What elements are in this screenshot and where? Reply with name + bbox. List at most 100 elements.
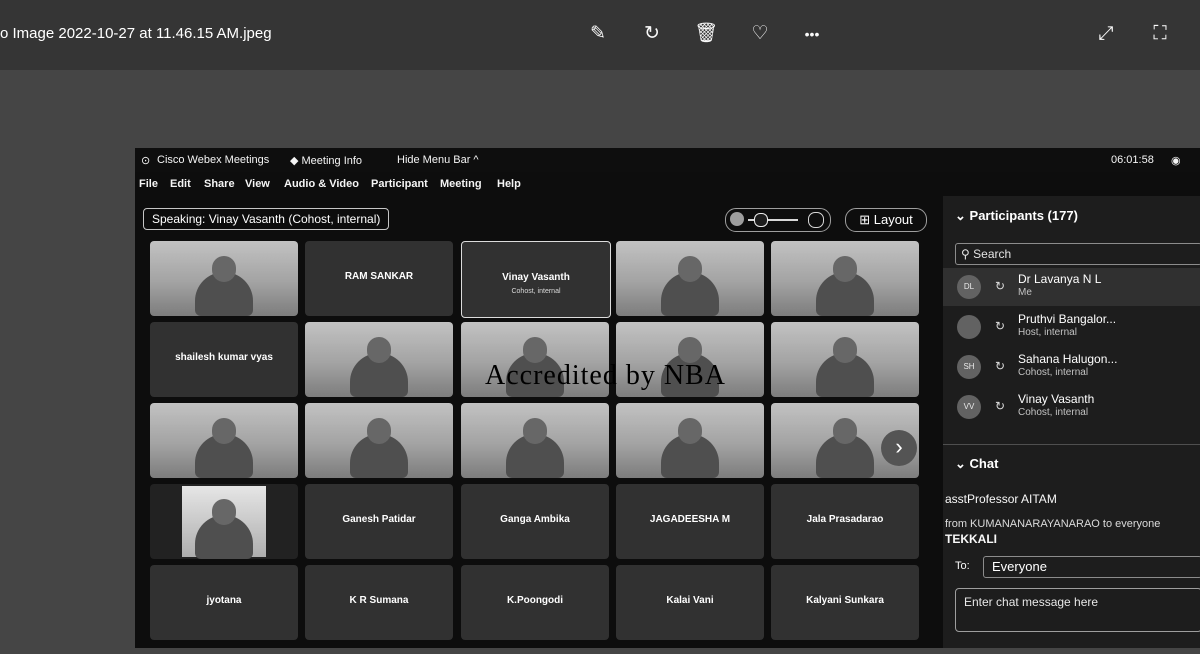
next-page-icon[interactable]: › — [881, 430, 917, 466]
menu-meeting[interactable]: Meeting — [440, 178, 482, 190]
participant-tile[interactable]: shailesh kumar vyas — [150, 322, 298, 397]
participants-title: Participants (177) — [969, 208, 1078, 223]
participant-tile[interactable] — [771, 322, 919, 397]
chat-input[interactable]: Enter chat message here — [955, 588, 1200, 632]
grid-icon: ⊞ — [859, 212, 871, 227]
menu-share[interactable]: Share — [204, 178, 235, 190]
delete-icon[interactable]: 🗑 — [694, 22, 718, 46]
layout-label: Layout — [873, 212, 913, 227]
tile-name: Ganesh Patidar — [342, 514, 416, 525]
participant-tile[interactable]: K R Sumana — [305, 565, 453, 640]
chat-recipient-select[interactable]: Everyone — [983, 556, 1200, 578]
participant-tile[interactable]: Vinay Vasanth Cohost, internal — [461, 241, 611, 318]
person-silhouette-head — [833, 337, 857, 363]
hide-menu-bar-button[interactable]: Hide Menu Bar ^ — [397, 154, 479, 166]
person-silhouette-head — [367, 337, 391, 363]
participant-role: Cohost, internal — [1018, 407, 1089, 418]
chat-title: Chat — [969, 456, 999, 471]
zoom-handle[interactable] — [754, 213, 768, 227]
participant-search[interactable]: ⚲ Search — [955, 243, 1200, 265]
participant-row[interactable]: ↻ Pruthvi Bangalor... Host, internal — [943, 308, 1200, 346]
expand-icon[interactable]: ⤢ — [1094, 22, 1118, 46]
person-silhouette-head — [212, 499, 236, 525]
rotate-icon[interactable]: ↻ — [640, 22, 664, 46]
webex-logo-icon: ⊙ — [141, 155, 151, 167]
menu-bar: File Edit Share View Audio & Video Parti… — [135, 172, 1200, 194]
participant-tile[interactable]: Kalyani Sunkara — [771, 565, 919, 640]
participant-name: Sahana Halugon... — [1018, 352, 1118, 366]
tile-name: Ganga Ambika — [500, 514, 570, 525]
participant-tile[interactable]: RAM SANKAR — [305, 241, 453, 316]
favorite-icon[interactable]: ♡ — [748, 22, 772, 46]
participant-tile[interactable] — [150, 484, 298, 559]
participant-role: Host, internal — [1018, 327, 1077, 338]
menu-help[interactable]: Help — [497, 178, 521, 190]
tile-name: Kalyani Sunkara — [806, 595, 884, 606]
tile-name: RAM SANKAR — [344, 271, 414, 282]
participant-tile[interactable] — [461, 403, 609, 478]
participant-tile[interactable] — [150, 403, 298, 478]
tile-name: Vinay Vasanth — [502, 272, 570, 283]
app-title: Cisco Webex Meetings — [157, 154, 270, 166]
recipient-value: Everyone — [992, 559, 1047, 574]
edit-icon[interactable]: ✎ — [586, 22, 610, 46]
participant-tile[interactable] — [150, 241, 298, 316]
participant-tile[interactable]: jyotana — [150, 565, 298, 640]
zoom-out-icon[interactable] — [730, 212, 744, 226]
audio-connect-icon: ↻ — [995, 399, 1006, 413]
search-icon: ⚲ — [961, 247, 970, 261]
speaking-indicator: Speaking: Vinay Vasanth (Cohost, interna… — [143, 208, 390, 230]
participant-list: DL ↻ Dr Lavanya N L Me ↻ Pruthvi Bangalor... H… — [943, 268, 1200, 438]
menu-edit[interactable]: Edit — [170, 178, 191, 190]
participant-tile[interactable]: Ganesh Patidar — [305, 484, 453, 559]
avatar: DL — [957, 275, 981, 299]
layout-button[interactable]: ⊞ Layout — [845, 208, 927, 232]
participant-tile[interactable] — [771, 241, 919, 316]
chat-meta: from KUMANANARAYANARAO to everyone — [945, 518, 1161, 530]
participant-tile[interactable]: Jala Prasadarao — [771, 484, 919, 559]
collapse-chevron-icon: ⌄ — [955, 208, 966, 223]
participant-tile[interactable]: JAGADEESHA M — [616, 484, 764, 559]
participant-tile[interactable] — [616, 403, 764, 478]
participant-tile[interactable]: Ganga Ambika — [461, 484, 609, 559]
menu-file[interactable]: File — [139, 178, 158, 190]
zoom-in-icon[interactable] — [808, 212, 824, 228]
participant-name: Dr Lavanya N L — [1018, 272, 1102, 286]
menu-view[interactable]: View — [245, 178, 270, 190]
webex-window: ⊙ Cisco Webex Meetings ◆ Meeting Info Hi… — [135, 148, 1200, 648]
participants-header[interactable]: ⌄ Participants (177) — [955, 208, 1078, 224]
fullscreen-icon[interactable]: ⛶ — [1148, 22, 1172, 46]
participant-tile[interactable] — [305, 322, 453, 397]
participant-row[interactable]: VV ↻ Vinay Vasanth Cohost, internal — [943, 388, 1200, 426]
meeting-info-label: Meeting Info — [301, 155, 363, 167]
menu-participant[interactable]: Participant — [371, 178, 428, 190]
tile-name: Kalai Vani — [666, 595, 714, 606]
participant-row[interactable]: DL ↻ Dr Lavanya N L Me — [943, 268, 1200, 306]
to-label: To: — [955, 560, 970, 572]
person-silhouette-head — [212, 418, 236, 444]
avatar — [957, 315, 981, 339]
person-silhouette-head — [212, 256, 236, 282]
chat-header[interactable]: ⌄ Chat — [955, 456, 998, 472]
participant-name: Pruthvi Bangalor... — [1018, 312, 1117, 326]
tile-name: K.Poongodi — [506, 595, 564, 606]
panel-divider — [943, 444, 1200, 445]
more-icon[interactable]: ••• — [800, 22, 824, 46]
avatar: VV — [957, 395, 981, 419]
tile-name: Jala Prasadarao — [806, 514, 884, 525]
zoom-slider[interactable] — [725, 208, 831, 232]
search-placeholder: Search — [973, 247, 1012, 261]
participant-tile[interactable]: Kalai Vani — [616, 565, 764, 640]
person-silhouette-head — [367, 418, 391, 444]
participant-tile[interactable] — [616, 241, 764, 316]
participant-tile[interactable]: K.Poongodi — [461, 565, 609, 640]
tile-name: JAGADEESHA M — [649, 514, 731, 525]
participant-tile[interactable] — [305, 403, 453, 478]
collapse-chevron-icon: ⌄ — [955, 456, 966, 471]
participant-row[interactable]: SH ↻ Sahana Halugon... Cohost, internal — [943, 348, 1200, 386]
watermark: Accredited by NBA — [485, 360, 726, 391]
meeting-info-button[interactable]: ◆ Meeting Info — [290, 154, 362, 167]
person-silhouette-head — [833, 418, 857, 444]
menu-audio-video[interactable]: Audio & Video — [284, 178, 359, 190]
audio-connect-icon: ↻ — [995, 359, 1006, 373]
